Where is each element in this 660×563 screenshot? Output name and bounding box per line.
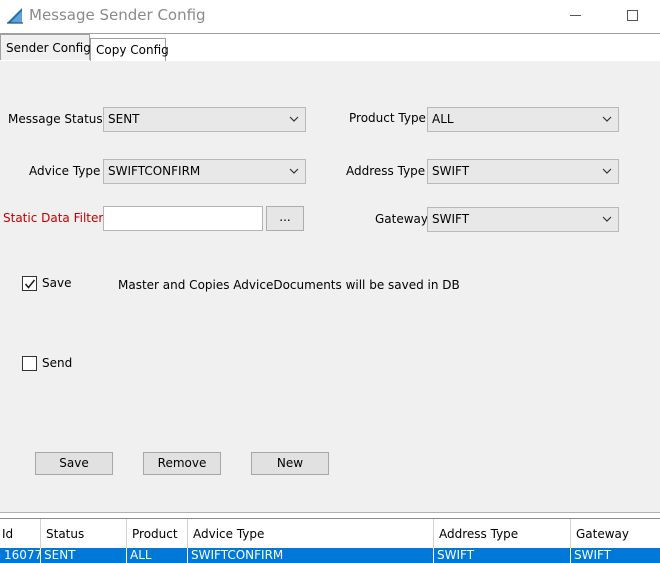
product-type-label: Product Type bbox=[349, 111, 426, 125]
column-header-status[interactable]: Status bbox=[41, 519, 127, 548]
message-status-select[interactable]: SENT bbox=[103, 107, 306, 132]
tab-sender-config[interactable]: Sender Config bbox=[0, 34, 91, 60]
message-status-value: SENT bbox=[108, 112, 140, 126]
app-logo-icon bbox=[6, 6, 24, 24]
static-data-filter-input[interactable] bbox=[103, 206, 263, 231]
static-data-filter-browse-button[interactable]: ... bbox=[266, 206, 304, 231]
save-button[interactable]: Save bbox=[35, 452, 113, 475]
maximize-icon[interactable] bbox=[620, 4, 644, 26]
cell-product: ALL bbox=[127, 548, 188, 563]
tab-strip: Sender Config Copy Config bbox=[0, 33, 660, 62]
advice-type-label: Advice Type bbox=[29, 164, 101, 178]
tab-copy-config[interactable]: Copy Config bbox=[90, 38, 169, 62]
gateway-label: Gateway bbox=[375, 212, 429, 226]
column-header-advice-type[interactable]: Advice Type bbox=[188, 519, 434, 548]
send-checkbox[interactable] bbox=[22, 356, 37, 371]
cell-gateway: SWIFT bbox=[574, 548, 612, 562]
product-type-select[interactable]: ALL bbox=[427, 107, 619, 132]
new-button[interactable]: New bbox=[251, 452, 329, 475]
cell-address-type: SWIFT bbox=[434, 548, 571, 563]
chevron-down-icon bbox=[289, 116, 299, 122]
advice-type-value: SWIFTCONFIRM bbox=[108, 164, 201, 178]
address-type-select[interactable]: SWIFT bbox=[427, 159, 619, 184]
save-checkbox-label: Save bbox=[42, 276, 72, 290]
address-type-label: Address Type bbox=[346, 164, 426, 178]
gateway-select[interactable]: SWIFT bbox=[427, 207, 619, 232]
table-header: Id Status Product Advice Type Address Ty… bbox=[0, 518, 660, 548]
message-status-label: Message Status bbox=[8, 112, 103, 126]
advice-type-select[interactable]: SWIFTCONFIRM bbox=[103, 159, 306, 184]
cell-id: 16077 bbox=[0, 548, 41, 563]
table-row[interactable]: 16077 SENT ALL SWIFTCONFIRM SWIFT SWIFT bbox=[0, 548, 660, 563]
column-header-product[interactable]: Product bbox=[127, 519, 188, 548]
save-info-text: Master and Copies AdviceDocuments will b… bbox=[118, 278, 460, 292]
column-header-address-type[interactable]: Address Type bbox=[434, 519, 571, 548]
window-title: Message Sender Config bbox=[29, 6, 206, 24]
checkmark-icon bbox=[24, 279, 36, 289]
minimize-icon[interactable] bbox=[563, 4, 587, 26]
send-checkbox-label: Send bbox=[42, 356, 73, 370]
cell-status: SENT bbox=[41, 548, 127, 563]
title-bar: Message Sender Config bbox=[0, 0, 660, 32]
chevron-down-icon bbox=[602, 116, 612, 122]
remove-button[interactable]: Remove bbox=[143, 452, 221, 475]
chevron-down-icon bbox=[602, 216, 612, 222]
column-header-gateway[interactable]: Gateway bbox=[571, 519, 660, 548]
gateway-value: SWIFT bbox=[432, 212, 470, 226]
column-header-id[interactable]: Id bbox=[0, 519, 41, 548]
chevron-down-icon bbox=[289, 168, 299, 174]
static-data-filter-label: Static Data Filter bbox=[3, 211, 104, 225]
product-type-value: ALL bbox=[432, 112, 454, 126]
address-type-value: SWIFT bbox=[432, 164, 470, 178]
save-checkbox[interactable] bbox=[22, 276, 37, 291]
cell-advice-type: SWIFTCONFIRM bbox=[188, 548, 434, 563]
chevron-down-icon bbox=[602, 168, 612, 174]
